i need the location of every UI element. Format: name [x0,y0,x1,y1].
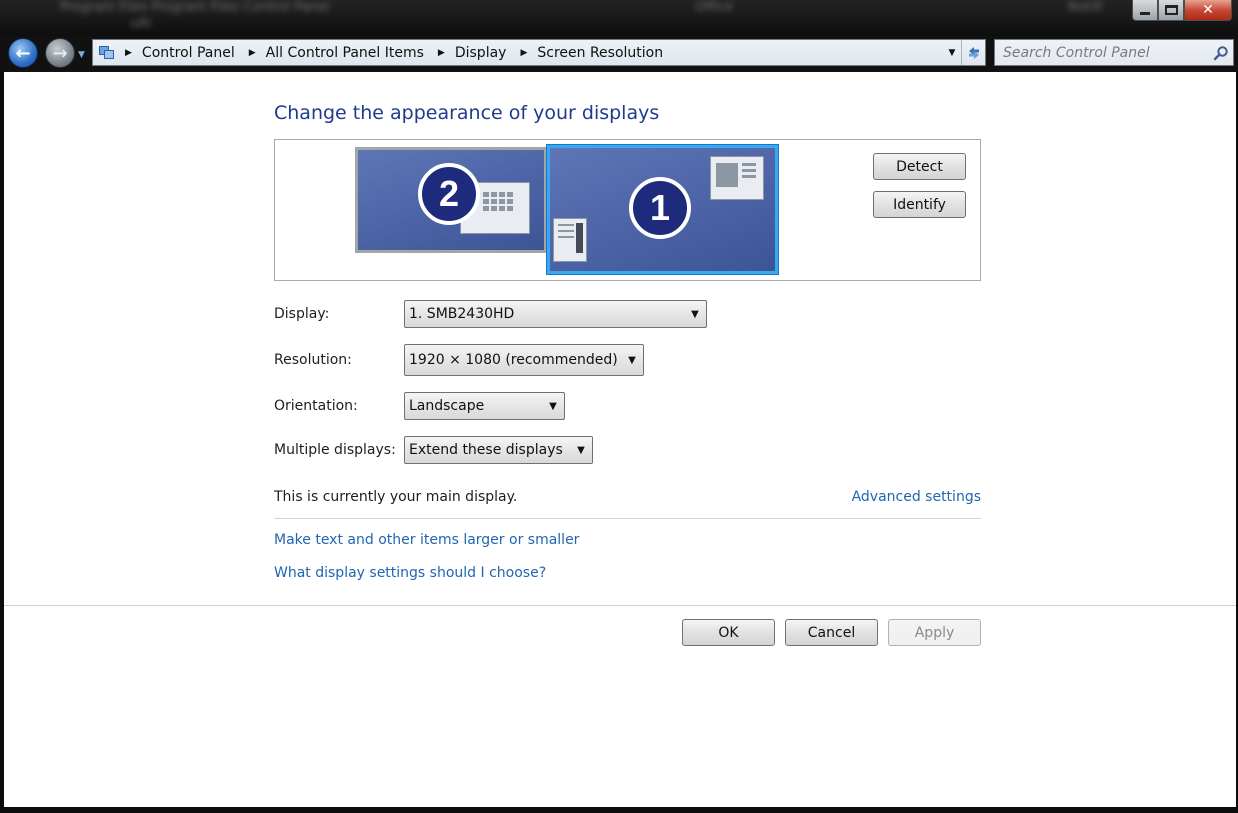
breadcrumb-all-items[interactable]: All Control Panel Items [266,45,424,61]
forward-button[interactable]: → [45,38,75,68]
advanced-settings-link[interactable]: Advanced settings [852,489,981,505]
content-area: Change the appearance of your displays 2 [4,72,1236,807]
chevron-down-icon: ▼ [549,400,557,412]
orientation-dropdown[interactable]: Landscape ▼ [404,392,565,420]
search-icon[interactable] [1209,45,1233,61]
monitor-1[interactable]: 1 [547,145,778,274]
address-bar[interactable]: ▶ Control Panel ▶ All Control Panel Item… [92,39,986,66]
orientation-value: Landscape [409,398,485,414]
breadcrumb-arrow-icon[interactable]: ▶ [249,48,256,58]
maximize-button[interactable] [1158,0,1184,21]
chevron-down-icon: ▼ [577,444,585,456]
ok-button[interactable]: OK [682,619,775,646]
divider [4,605,1236,606]
recent-pages-dropdown-icon[interactable]: ▼ [78,50,85,60]
blurred-subtitle-text: uAl [130,16,151,31]
minimize-icon [1140,11,1150,15]
back-button[interactable]: ← [8,38,38,68]
orientation-label: Orientation: [274,398,358,414]
back-arrow-icon: ← [15,42,31,64]
title-bar: Program Files Program Files Control Pane… [0,0,1238,36]
page-title: Change the appearance of your displays [274,102,660,124]
forward-arrow-icon: → [52,42,68,64]
display-value: 1. SMB2430HD [409,306,515,322]
monitor-window-icon [710,156,764,200]
display-dropdown[interactable]: 1. SMB2430HD ▼ [404,300,707,328]
monitor-window-icon [553,218,587,262]
window-controls: ✕ [1132,0,1232,21]
identify-button[interactable]: Identify [873,191,966,218]
resolution-label: Resolution: [274,352,352,368]
minimize-button[interactable] [1132,0,1158,21]
blurred-center-text: Office [695,0,733,15]
monitor-arrangement-area: 2 1 Detect Identify [274,139,981,281]
display-help-link[interactable]: What display settings should I choose? [274,565,546,581]
multiple-displays-label: Multiple displays: [274,442,396,458]
monitor-1-number: 1 [649,187,671,228]
cancel-button[interactable]: Cancel [785,619,878,646]
divider [274,518,981,519]
navigation-bar: ← → ▼ ▶ Control Panel ▶ All Control Pane… [0,36,1238,72]
refresh-button[interactable] [961,40,985,65]
breadcrumb-control-panel[interactable]: Control Panel [142,45,235,61]
breadcrumb: ▶ Control Panel ▶ All Control Panel Item… [121,45,943,61]
maximize-icon [1164,5,1178,15]
control-panel-icon [99,45,115,60]
text-size-link[interactable]: Make text and other items larger or smal… [274,532,579,548]
blurred-right-text: Notifi [1068,0,1103,15]
breadcrumb-display[interactable]: Display [455,45,507,61]
monitor-2[interactable]: 2 [355,147,547,253]
breadcrumb-arrow-icon[interactable]: ▶ [438,48,445,58]
search-input[interactable] [1003,44,1209,61]
main-display-status: This is currently your main display. [274,489,518,505]
chevron-down-icon: ▼ [628,354,636,366]
monitor-2-number: 2 [438,173,460,214]
breadcrumb-arrow-icon[interactable]: ▶ [125,48,132,58]
address-history-dropdown-icon[interactable]: ▼ [943,48,961,58]
resolution-dropdown[interactable]: 1920 × 1080 (recommended) ▼ [404,344,644,376]
breadcrumb-screen-resolution[interactable]: Screen Resolution [537,45,663,61]
blurred-title-text: Program Files Program Files Control Pane… [60,0,330,15]
breadcrumb-arrow-icon[interactable]: ▶ [520,48,527,58]
chevron-down-icon: ▼ [691,308,699,320]
close-icon: ✕ [1202,2,1214,18]
close-button[interactable]: ✕ [1184,0,1232,21]
apply-button[interactable]: Apply [888,619,981,646]
monitor-number-badge: 1 [629,177,691,239]
monitor-number-badge: 2 [418,163,480,225]
resolution-value: 1920 × 1080 (recommended) [409,352,618,368]
display-label: Display: [274,306,330,322]
refresh-icon [968,46,979,59]
multiple-displays-dropdown[interactable]: Extend these displays ▼ [404,436,593,464]
search-box [994,39,1234,66]
detect-button[interactable]: Detect [873,153,966,180]
multiple-displays-value: Extend these displays [409,442,563,458]
